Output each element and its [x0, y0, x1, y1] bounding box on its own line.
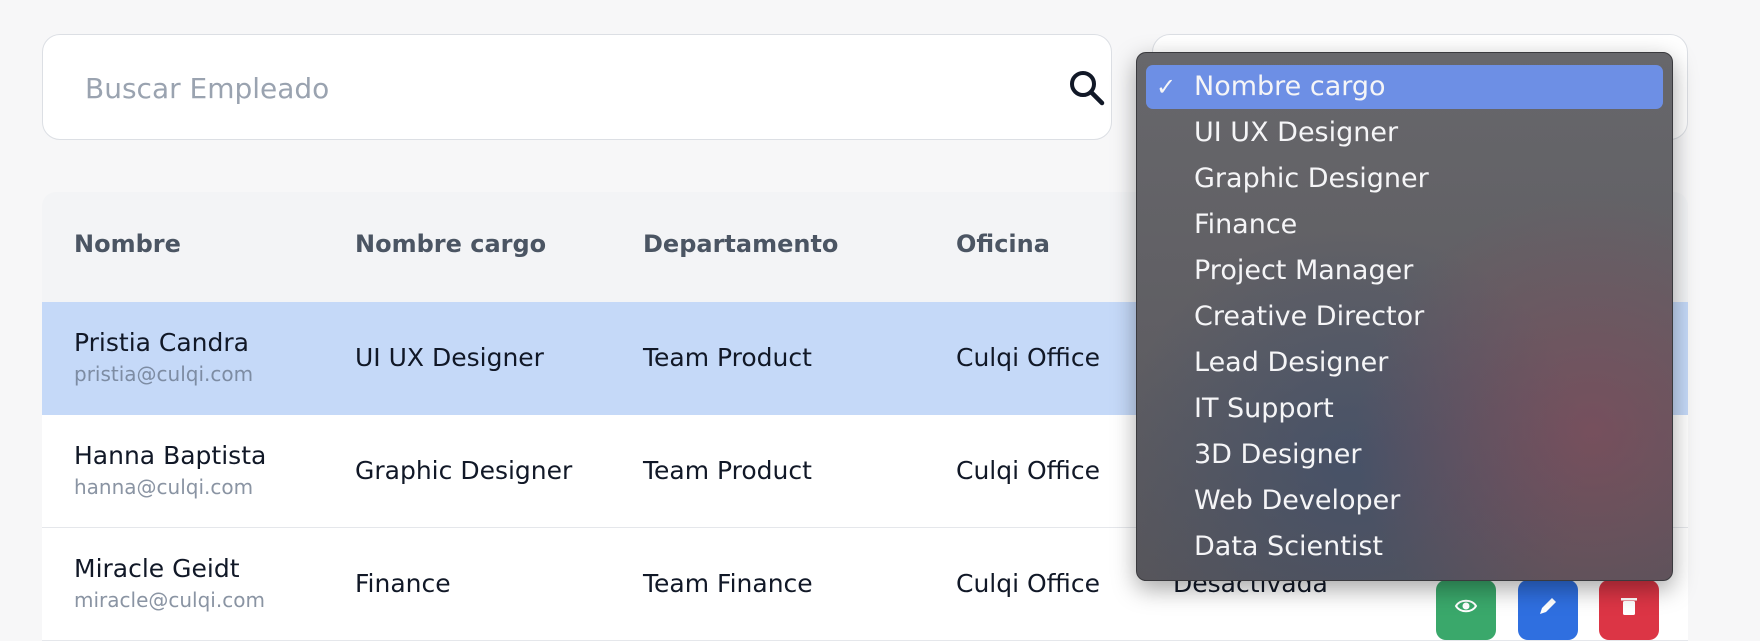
column-header-position[interactable]: Nombre cargo	[355, 230, 546, 258]
column-header-office[interactable]: Oficina	[956, 230, 1050, 258]
dropdown-option-nombre-cargo[interactable]: ✓ Nombre cargo	[1146, 65, 1663, 109]
search-icon[interactable]	[1065, 66, 1109, 110]
search-box[interactable]	[42, 34, 1112, 141]
delete-button[interactable]	[1599, 580, 1659, 640]
employee-position: Finance	[355, 569, 451, 598]
dropdown-option-lead-designer[interactable]: Lead Designer	[1146, 341, 1663, 385]
edit-button[interactable]	[1518, 580, 1578, 640]
employee-email: pristia@culqi.com	[74, 362, 254, 386]
employee-email: miracle@culqi.com	[74, 588, 265, 612]
employee-name: Hanna Baptista	[74, 441, 267, 470]
dropdown-option-ui-ux-designer[interactable]: UI UX Designer	[1146, 111, 1663, 155]
employee-position: Graphic Designer	[355, 456, 573, 485]
dropdown-option-creative-director[interactable]: Creative Director	[1146, 295, 1663, 339]
employee-office: Culqi Office	[956, 456, 1100, 485]
column-header-department[interactable]: Departamento	[643, 230, 838, 258]
dropdown-option-label: Project Manager	[1194, 255, 1414, 286]
dropdown-option-label: Nombre cargo	[1194, 71, 1386, 102]
employee-department: Team Finance	[643, 569, 813, 598]
dropdown-option-label: UI UX Designer	[1194, 117, 1399, 148]
dropdown-option-finance[interactable]: Finance	[1146, 203, 1663, 247]
search-input[interactable]	[83, 35, 987, 141]
employee-position: UI UX Designer	[355, 343, 544, 372]
dropdown-option-graphic-designer[interactable]: Graphic Designer	[1146, 157, 1663, 201]
employee-department: Team Product	[643, 456, 812, 485]
dropdown-option-3d-designer[interactable]: 3D Designer	[1146, 433, 1663, 477]
employee-name: Pristia Candra	[74, 328, 249, 357]
dropdown-option-label: Finance	[1194, 209, 1298, 240]
position-dropdown-menu: ✓ Nombre cargo UI UX Designer Graphic De…	[1136, 52, 1673, 581]
dropdown-option-web-developer[interactable]: Web Developer	[1146, 479, 1663, 523]
employee-department: Team Product	[643, 343, 812, 372]
checkmark-icon: ✓	[1156, 73, 1177, 101]
dropdown-option-data-scientist[interactable]: Data Scientist	[1146, 525, 1663, 569]
dropdown-option-it-support[interactable]: IT Support	[1146, 387, 1663, 431]
dropdown-option-label: Lead Designer	[1194, 347, 1389, 378]
dropdown-option-label: IT Support	[1194, 393, 1334, 424]
dropdown-option-project-manager[interactable]: Project Manager	[1146, 249, 1663, 293]
dropdown-option-label: Graphic Designer	[1194, 163, 1429, 194]
employee-email: hanna@culqi.com	[74, 475, 254, 499]
dropdown-option-label: Web Developer	[1194, 485, 1401, 516]
column-header-name[interactable]: Nombre	[74, 230, 181, 258]
employee-name: Miracle Geidt	[74, 554, 240, 583]
trash-icon	[1621, 598, 1637, 615]
employee-office: Culqi Office	[956, 343, 1100, 372]
view-button[interactable]	[1436, 580, 1496, 640]
eye-icon	[1454, 599, 1478, 613]
employee-office: Culqi Office	[956, 569, 1100, 598]
dropdown-option-label: 3D Designer	[1194, 439, 1362, 470]
dropdown-option-label: Creative Director	[1194, 301, 1425, 332]
dropdown-option-label: Data Scientist	[1194, 531, 1383, 562]
pencil-icon	[1540, 598, 1556, 614]
